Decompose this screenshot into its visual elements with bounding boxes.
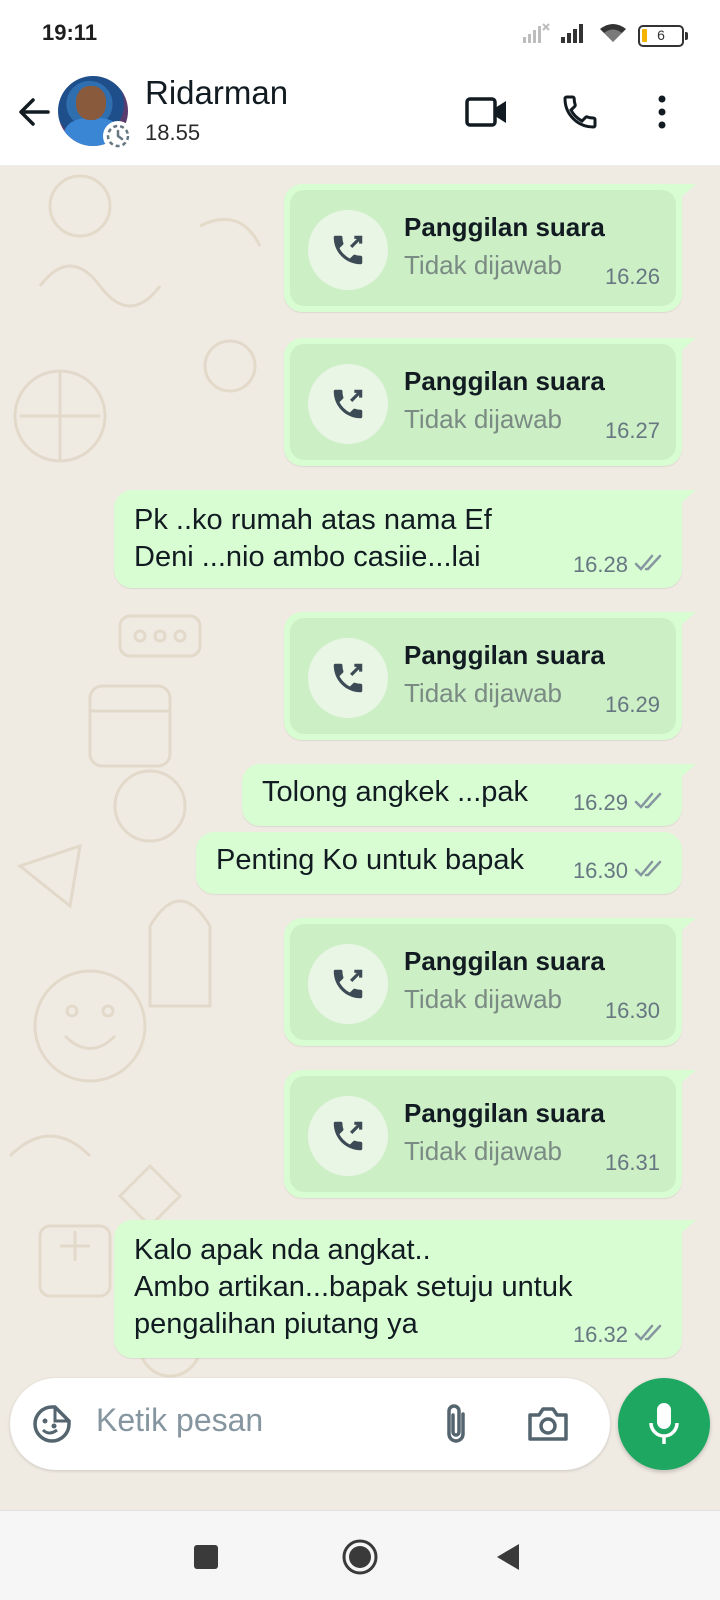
outgoing-call-icon bbox=[308, 1096, 388, 1176]
status-update-icon bbox=[103, 121, 133, 151]
more-options-icon[interactable] bbox=[638, 88, 686, 136]
missed-call-bubble[interactable]: Panggilan suara Tidak dijawab 16.29 bbox=[284, 612, 696, 740]
battery-icon: 6 bbox=[638, 24, 688, 47]
outgoing-call-icon bbox=[308, 944, 388, 1024]
text-message-bubble[interactable]: Penting Ko untuk bapak 16.30 bbox=[196, 832, 682, 894]
message-time: 16.29 bbox=[604, 692, 660, 717]
system-navigation-bar bbox=[0, 1510, 720, 1600]
message-input[interactable]: Ketik pesan bbox=[96, 1402, 263, 1439]
message-text: Tolong angkek ...pak bbox=[262, 776, 529, 808]
message-text: Penting Ko untuk bapak bbox=[216, 844, 524, 876]
last-seen: 18.55 bbox=[145, 120, 201, 145]
chat-header: Ridarman 18.55 bbox=[0, 66, 720, 166]
back-icon[interactable] bbox=[484, 1533, 532, 1581]
message-time: 16.31 bbox=[604, 1150, 660, 1175]
sticker-icon[interactable] bbox=[28, 1400, 76, 1448]
message-time: 16.32 bbox=[572, 1322, 628, 1347]
video-call-icon[interactable] bbox=[463, 88, 511, 136]
message-text: Pk ..ko rumah atas nama Ef Deni ...nio a… bbox=[134, 504, 492, 573]
message-time: 16.28 bbox=[572, 552, 628, 577]
battery-level: 6 bbox=[657, 26, 665, 43]
call-status: Tidak dijawab bbox=[404, 404, 563, 434]
call-title: Panggilan suara bbox=[404, 366, 605, 396]
read-ticks-icon bbox=[634, 553, 668, 578]
status-bar: 19:11 6 bbox=[0, 0, 720, 66]
text-message-bubble[interactable]: Kalo apak nda angkat.. Ambo artikan...ba… bbox=[114, 1220, 696, 1358]
text-message-bubble[interactable]: Tolong angkek ...pak 16.29 bbox=[242, 764, 696, 826]
message-text: Kalo apak nda angkat.. Ambo artikan...ba… bbox=[134, 1234, 573, 1340]
missed-call-bubble[interactable]: Panggilan suara Tidak dijawab 16.27 bbox=[284, 338, 696, 466]
outgoing-call-icon bbox=[308, 364, 388, 444]
message-time: 16.26 bbox=[604, 264, 660, 289]
wifi-icon bbox=[598, 22, 628, 49]
call-title: Panggilan suara bbox=[404, 1098, 605, 1128]
outgoing-call-icon bbox=[308, 638, 388, 718]
chat-area[interactable]: Panggilan suara Tidak dijawab 16.26 Pang… bbox=[0, 166, 720, 1510]
call-status: Tidak dijawab bbox=[404, 678, 563, 708]
message-time: 16.30 bbox=[572, 858, 628, 883]
signal-off-icon bbox=[522, 22, 550, 49]
read-ticks-icon bbox=[634, 1323, 668, 1348]
call-status: Tidak dijawab bbox=[404, 984, 563, 1014]
home-icon[interactable] bbox=[336, 1533, 384, 1581]
mic-icon[interactable] bbox=[618, 1378, 710, 1470]
status-time: 19:11 bbox=[42, 20, 98, 45]
message-time: 16.27 bbox=[604, 418, 660, 443]
missed-call-bubble[interactable]: Panggilan suara Tidak dijawab 16.26 bbox=[284, 184, 696, 312]
call-status: Tidak dijawab bbox=[404, 1136, 563, 1166]
recent-apps-icon[interactable] bbox=[182, 1533, 230, 1581]
attach-icon[interactable] bbox=[432, 1400, 480, 1448]
call-title: Panggilan suara bbox=[404, 640, 605, 670]
signal-icon bbox=[560, 22, 588, 49]
back-arrow-icon[interactable] bbox=[14, 92, 54, 132]
message-time: 16.30 bbox=[604, 998, 660, 1023]
camera-icon[interactable] bbox=[524, 1400, 572, 1448]
message-time: 16.29 bbox=[572, 790, 628, 815]
read-ticks-icon bbox=[634, 859, 668, 884]
status-icons: 6 bbox=[522, 22, 688, 49]
outgoing-call-icon bbox=[308, 210, 388, 290]
call-status: Tidak dijawab bbox=[404, 250, 563, 280]
call-title: Panggilan suara bbox=[404, 212, 605, 242]
read-ticks-icon bbox=[634, 791, 668, 816]
missed-call-bubble[interactable]: Panggilan suara Tidak dijawab 16.30 bbox=[284, 918, 696, 1046]
message-composer[interactable]: Ketik pesan bbox=[10, 1378, 610, 1470]
contact-name[interactable]: Ridarman bbox=[145, 74, 288, 112]
voice-call-icon[interactable] bbox=[556, 88, 604, 136]
call-title: Panggilan suara bbox=[404, 946, 605, 976]
missed-call-bubble[interactable]: Panggilan suara Tidak dijawab 16.31 bbox=[284, 1070, 696, 1198]
text-message-bubble[interactable]: Pk ..ko rumah atas nama Ef Deni ...nio a… bbox=[114, 490, 696, 588]
